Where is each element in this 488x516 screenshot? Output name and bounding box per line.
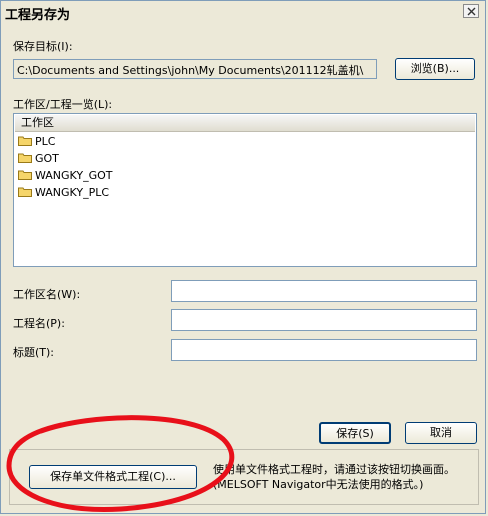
workspace-name-field[interactable] <box>171 280 477 302</box>
list-header-label: 工作区 <box>21 116 54 129</box>
list-item-label: GOT <box>35 152 59 165</box>
close-button[interactable] <box>463 4 479 18</box>
workspace-list-label: 工作区/工程一览(L): <box>13 98 113 111</box>
save-button-label: 保存(S) <box>336 427 374 440</box>
folder-icon <box>18 186 32 197</box>
project-name-field[interactable] <box>171 309 477 331</box>
workspace-name-label: 工作区名(W): <box>13 288 81 301</box>
list-item-wangky-plc[interactable]: WANGKY_PLC <box>18 185 109 201</box>
annotation-ellipse <box>6 415 235 512</box>
list-header-workspace[interactable]: 工作区 <box>15 115 475 132</box>
save-target-label: 保存目标(I): <box>13 40 73 53</box>
dialog-title: 工程另存为 <box>5 8 71 23</box>
title-bar: 工程另存为 <box>1 1 485 23</box>
browse-button-label: 浏览(B)... <box>410 62 460 75</box>
list-item-label: PLC <box>35 135 56 148</box>
list-item-plc[interactable]: PLC <box>18 134 55 150</box>
cancel-button-label: 取消 <box>430 426 452 439</box>
browse-button[interactable]: 浏览(B)... <box>395 58 475 80</box>
title-field[interactable] <box>171 339 477 361</box>
save-as-dialog: 工程另存为 保存目标(I): C:\Documents and Settings… <box>0 0 486 514</box>
list-item-wangky-got[interactable]: WANGKY_GOT <box>18 168 113 184</box>
list-item-label: WANGKY_GOT <box>35 169 113 182</box>
cancel-button[interactable]: 取消 <box>405 422 477 444</box>
save-target-path: C:\Documents and Settings\john\My Docume… <box>17 64 364 77</box>
folder-icon <box>18 152 32 163</box>
close-icon <box>467 7 476 16</box>
project-name-label: 工程名(P): <box>13 317 65 330</box>
folder-icon <box>18 169 32 180</box>
list-item-got[interactable]: GOT <box>18 151 59 167</box>
folder-icon <box>18 135 32 146</box>
save-target-path-field[interactable]: C:\Documents and Settings\john\My Docume… <box>13 59 377 79</box>
list-item-label: WANGKY_PLC <box>35 186 110 199</box>
workspace-listbox[interactable]: 工作区 PLC GOT WANGKY_GOT WANGKY_PLC <box>13 113 477 267</box>
save-button[interactable]: 保存(S) <box>319 422 391 444</box>
title-label: 标题(T): <box>13 346 55 359</box>
